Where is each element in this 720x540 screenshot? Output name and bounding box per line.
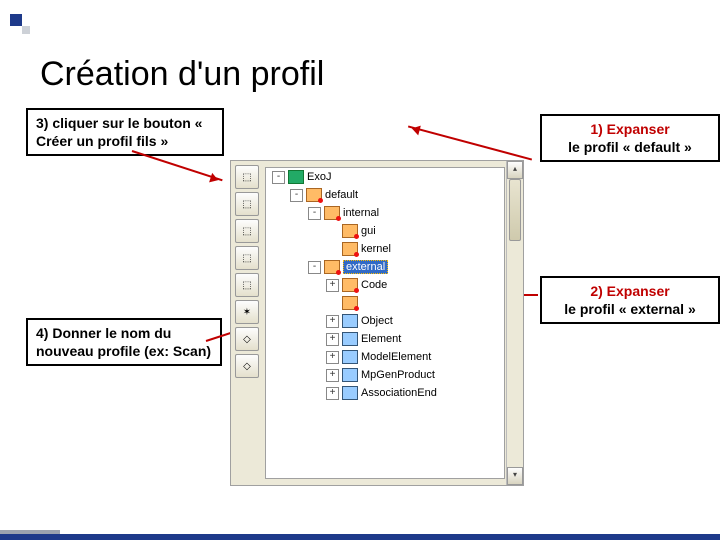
expand-icon[interactable]: + bbox=[326, 333, 339, 346]
tree-label[interactable]: Code bbox=[361, 279, 387, 291]
tree-label[interactable]: gui bbox=[361, 225, 376, 237]
expand-icon[interactable]: + bbox=[326, 279, 339, 292]
class-icon bbox=[342, 332, 358, 346]
class-icon bbox=[342, 314, 358, 328]
tree-label[interactable]: internal bbox=[343, 207, 379, 219]
tree-row[interactable]: - default bbox=[266, 186, 504, 204]
tree-row[interactable]: + MpGenProduct bbox=[266, 366, 504, 384]
tree-row[interactable]: - external bbox=[266, 258, 504, 276]
tree-row[interactable]: + Element bbox=[266, 330, 504, 348]
arrow-step-1 bbox=[408, 125, 532, 160]
scroll-down-button[interactable]: ▾ bbox=[507, 467, 523, 485]
tree-label[interactable]: Object bbox=[361, 315, 393, 327]
profile-icon bbox=[342, 224, 358, 238]
tree-label[interactable]: ModelElement bbox=[361, 351, 431, 363]
toolbar-button[interactable]: ⬚ bbox=[235, 165, 259, 189]
expand-icon[interactable]: + bbox=[326, 369, 339, 382]
tree-label[interactable]: external bbox=[343, 260, 388, 274]
model-browser-panel: ⬚⬚⬚⬚⬚✶◇◇ -ExoJ-default-internalguikernel… bbox=[230, 160, 524, 486]
slide-footer-bar bbox=[0, 534, 720, 540]
tree-label[interactable]: ExoJ bbox=[307, 171, 331, 183]
scroll-up-button[interactable]: ▴ bbox=[507, 161, 523, 179]
tree-row[interactable]: - internal bbox=[266, 204, 504, 222]
profile-icon bbox=[324, 206, 340, 220]
callout-step-1: 1) Expanserle profil « default » bbox=[540, 114, 720, 162]
toolbar-button[interactable]: ◇ bbox=[235, 354, 259, 378]
tree-row[interactable]: - ExoJ bbox=[266, 168, 504, 186]
toolbar-button[interactable]: ⬚ bbox=[235, 219, 259, 243]
tree-label[interactable]: Element bbox=[361, 333, 401, 345]
tree-view[interactable]: -ExoJ-default-internalguikernel-external… bbox=[265, 167, 505, 479]
scroll-thumb[interactable] bbox=[509, 179, 521, 241]
profile-icon bbox=[342, 242, 358, 256]
profile-icon bbox=[342, 278, 358, 292]
tree-row[interactable]: + Code bbox=[266, 276, 504, 294]
expand-icon[interactable]: + bbox=[326, 351, 339, 364]
package-icon bbox=[288, 170, 304, 184]
class-icon bbox=[342, 386, 358, 400]
tree-row[interactable]: + ModelElement bbox=[266, 348, 504, 366]
tree-label[interactable]: MpGenProduct bbox=[361, 369, 435, 381]
toolbar: ⬚ ⬚ ⬚ ⬚ ⬚ ✶ ◇ ◇ bbox=[235, 165, 261, 381]
expand-icon[interactable]: + bbox=[326, 315, 339, 328]
profile-icon bbox=[324, 260, 340, 274]
callout-step-4: 4) Donner le nom du nouveau profile (ex:… bbox=[26, 318, 222, 366]
tree-row[interactable]: kernel bbox=[266, 240, 504, 258]
collapse-icon[interactable]: - bbox=[308, 261, 321, 274]
vertical-scrollbar[interactable]: ▴ ▾ bbox=[506, 161, 523, 485]
profile-icon bbox=[306, 188, 322, 202]
tree-label[interactable]: default bbox=[325, 189, 358, 201]
tree-label[interactable]: AssociationEnd bbox=[361, 387, 437, 399]
tree-row[interactable]: gui bbox=[266, 222, 504, 240]
create-child-profile-button[interactable]: ⬚ bbox=[235, 192, 259, 216]
expand-icon[interactable]: + bbox=[326, 387, 339, 400]
collapse-icon[interactable]: - bbox=[308, 207, 321, 220]
tree-row[interactable]: + AssociationEnd bbox=[266, 384, 504, 402]
collapse-icon[interactable]: - bbox=[272, 171, 285, 184]
toolbar-button[interactable]: ⬚ bbox=[235, 246, 259, 270]
collapse-icon[interactable]: - bbox=[290, 189, 303, 202]
toolbar-button[interactable]: ✶ bbox=[235, 300, 259, 324]
callout-step-2: 2) Expanserle profil « external » bbox=[540, 276, 720, 324]
tree-label[interactable]: kernel bbox=[361, 243, 391, 255]
page-title: Création d'un profil bbox=[40, 55, 324, 94]
toolbar-button[interactable]: ◇ bbox=[235, 327, 259, 351]
slide-accent bbox=[10, 14, 34, 38]
tree-row[interactable]: + Object bbox=[266, 312, 504, 330]
toolbar-button[interactable]: ⬚ bbox=[235, 273, 259, 297]
class-icon bbox=[342, 350, 358, 364]
tree-row[interactable] bbox=[266, 294, 504, 312]
class-icon bbox=[342, 368, 358, 382]
callout-step-3: 3) cliquer sur le bouton « Créer un prof… bbox=[26, 108, 224, 156]
profile-icon bbox=[342, 296, 358, 310]
